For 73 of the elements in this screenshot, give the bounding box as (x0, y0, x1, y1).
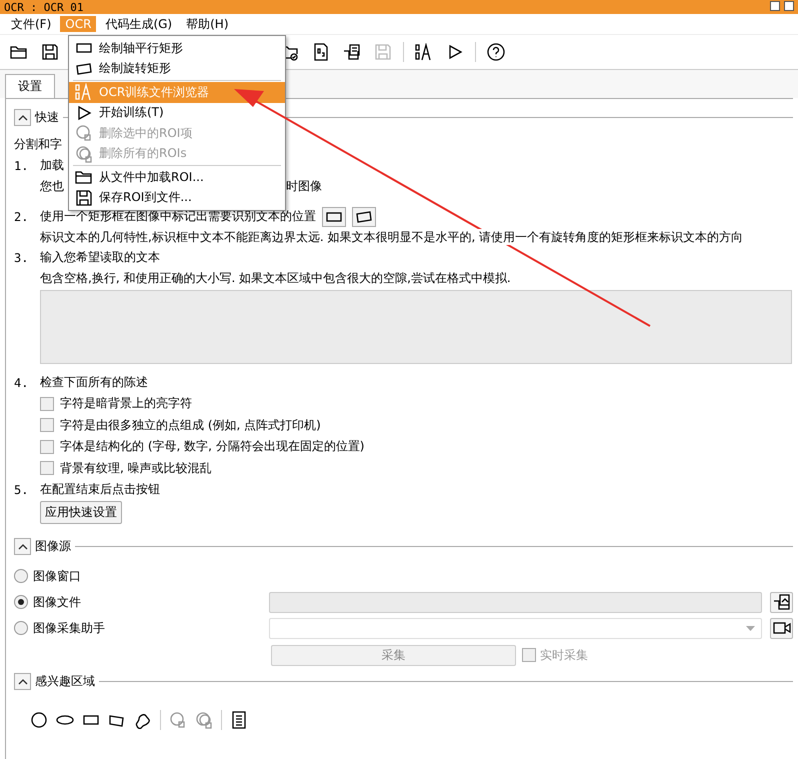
folder-document-icon (343, 43, 361, 61)
collapse-button[interactable] (14, 538, 31, 555)
section-title: 图像源 (35, 538, 71, 555)
menu-item[interactable]: 保存ROI到文件... (69, 188, 285, 208)
step-number: 3. (14, 250, 30, 264)
intro-text: 分割和字 (14, 136, 62, 153)
save-icon (41, 43, 59, 61)
delete-all-icon[interactable] (195, 711, 213, 729)
apply-button[interactable]: 应用快速设置 (40, 501, 122, 524)
step-hint: 时图像 (286, 178, 322, 195)
radio-label: 图像文件 (32, 594, 82, 610)
rotated-rectangle-button[interactable] (352, 206, 376, 226)
radio-label: 图像窗口 (33, 568, 82, 584)
menu-item[interactable]: 帮助(H) (181, 14, 234, 34)
camera-button[interactable] (770, 618, 793, 638)
step-text: 检查下面所有的陈述 (40, 374, 148, 391)
checkbox-label: 字符是由很多独立的点组成 (例如, 点阵式打印机) (60, 416, 321, 434)
circle-icon[interactable] (30, 711, 48, 729)
restore-button[interactable] (770, 1, 780, 11)
chevron-up-icon (18, 678, 28, 685)
free-shape-icon[interactable] (134, 711, 152, 729)
step-text: 输入您希望读取的文本 (40, 249, 160, 266)
tab[interactable]: 设置 (5, 74, 55, 98)
checkbox[interactable] (40, 440, 54, 454)
checkbox[interactable] (40, 418, 54, 432)
radio-button[interactable] (14, 621, 28, 635)
checkbox-label: 实时采集 (540, 646, 588, 664)
checkbox-label: 背景有纹理, 噪声或比较混乱 (60, 460, 212, 477)
section-title: 感兴趣区域 (35, 673, 95, 690)
delete-roi-icon (75, 124, 93, 142)
menu-item[interactable]: 绘制轴平行矩形 (69, 38, 285, 58)
step-number: 4. (14, 376, 30, 390)
chevron-up-icon (18, 114, 28, 121)
step-hint: 包含空格,换行, 和使用正确的大小写. 如果文本区域中包含很大的空隙,尝试在格式中模拟. (40, 270, 511, 286)
radio-button[interactable] (14, 595, 28, 609)
save-icon (374, 43, 392, 61)
section-title: 快速 (35, 109, 59, 126)
rectangle-button[interactable] (322, 206, 346, 226)
radio-button[interactable] (14, 569, 28, 583)
step-number: 5. (14, 482, 30, 496)
menu-item[interactable]: 代码生成(G) (100, 14, 178, 34)
window-title: OCR : OCR 01 (4, 0, 84, 14)
toolbar-button[interactable] (485, 41, 507, 63)
text-input-field[interactable] (40, 290, 792, 364)
close-button[interactable] (784, 1, 794, 11)
checkbox-label: 字体是结构化的 (字母, 数字, 分隔符会出现在固定的位置) (60, 438, 364, 456)
menu-item[interactable]: 开始训练(T) (69, 102, 285, 123)
checkbox-label: 字符是暗背景上的亮字符 (60, 395, 192, 412)
menu-item[interactable]: 绘制旋转矩形 (69, 58, 285, 79)
document-icon (312, 43, 330, 61)
menu-item[interactable]: 从文件中加载ROI... (69, 167, 285, 188)
delete-roi-icon[interactable] (169, 711, 187, 729)
step-hint: 您也 (40, 178, 64, 195)
collapse-button[interactable] (14, 673, 31, 690)
collapse-button[interactable] (14, 109, 31, 126)
browse-button[interactable] (770, 592, 793, 612)
checkbox[interactable] (40, 396, 54, 411)
step-number: 1. (14, 158, 30, 172)
font-icon (415, 43, 433, 61)
chevron-up-icon (18, 543, 28, 550)
delete-all-icon (75, 144, 93, 163)
list-icon[interactable] (230, 711, 248, 729)
caret-icon (746, 626, 756, 630)
menu-item[interactable]: 文件(F) (6, 14, 56, 34)
step-number: 2. (14, 210, 30, 224)
save-icon (75, 188, 93, 207)
checkbox[interactable] (40, 461, 54, 476)
help-icon (487, 43, 505, 61)
step-text: 在配置结束后点击按钮 (40, 481, 160, 498)
radio-label: 图像采集助手 (32, 620, 106, 636)
step-text: 加载 (40, 157, 64, 174)
font-icon (75, 83, 93, 102)
step-hint: 标识文本的几何特性,标识框中文本不能距离边界太远. 如果文本很明显不是水平的, 请使用一个有旋转角度的矩形框来标识文本的方向 (40, 229, 744, 245)
